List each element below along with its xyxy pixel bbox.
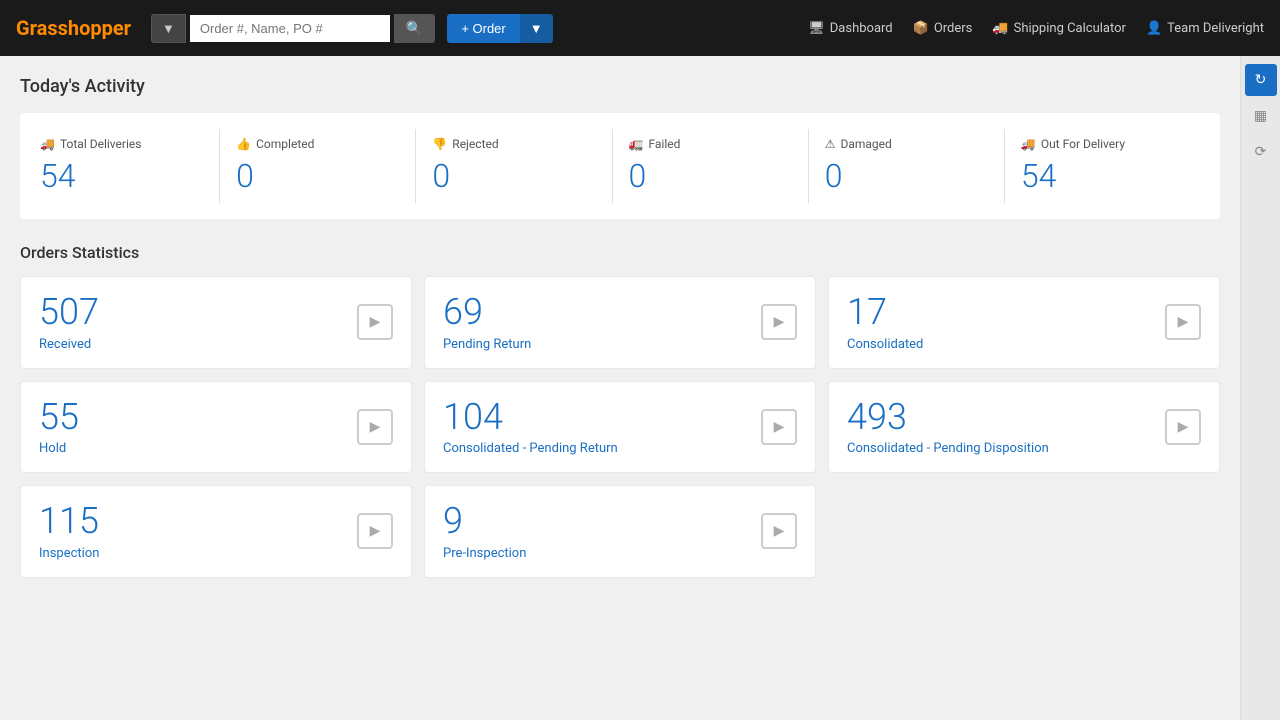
stat-card-content: 104 Consolidated - Pending Return <box>443 398 618 457</box>
stat-card-content: 493 Consolidated - Pending Disposition <box>847 398 1049 457</box>
activity-stat-completed: 👍 Completed 0 <box>220 129 416 203</box>
stat-label: 👎 Rejected <box>432 137 595 151</box>
main-content: Today's Activity 🚚 Total Deliveries 54 👍… <box>0 56 1240 720</box>
stat-card-inspection[interactable]: 115 Inspection ▶ <box>20 485 412 578</box>
stat-card-received[interactable]: 507 Received ▶ <box>20 276 412 369</box>
stat-icon: ⚠ <box>825 137 836 151</box>
add-order-group: + Order ▼ <box>447 14 552 43</box>
nav-team[interactable]: 👤 Team Deliveright <box>1146 21 1264 36</box>
stat-card-label: Consolidated - Pending Return <box>443 441 618 456</box>
orders-statistics-title: Orders Statistics <box>20 243 1220 262</box>
stat-value: 0 <box>825 157 988 195</box>
stat-card-label: Pre-Inspection <box>443 546 526 561</box>
stat-label: 🚚 Total Deliveries <box>40 137 203 151</box>
stat-card-content: 55 Hold <box>39 398 79 457</box>
stat-card-number: 17 <box>847 293 923 333</box>
stat-card-number: 507 <box>39 293 99 333</box>
stat-card-number: 69 <box>443 293 531 333</box>
stat-card-label: Received <box>39 337 99 352</box>
page-title: Today's Activity <box>20 76 1220 97</box>
stat-card-number: 493 <box>847 398 1049 438</box>
refresh-icon[interactable]: ↻ <box>1245 64 1277 96</box>
stat-card-content: 17 Consolidated <box>847 293 923 352</box>
activity-stat-damaged: ⚠ Damaged 0 <box>809 129 1005 203</box>
stat-label: 👍 Completed <box>236 137 399 151</box>
stat-card-number: 115 <box>39 502 99 542</box>
activity-stat-failed: 🚛 Failed 0 <box>613 129 809 203</box>
activity-card: 🚚 Total Deliveries 54 👍 Completed 0 👎 Re… <box>20 113 1220 219</box>
filter-button[interactable]: ▼ <box>151 14 186 43</box>
stat-value: 0 <box>629 157 792 195</box>
stat-card-label: Consolidated <box>847 337 923 352</box>
dashboard-icon: 🖥 <box>808 21 825 36</box>
stat-card-arrow[interactable]: ▶ <box>357 304 393 340</box>
stat-card-arrow[interactable]: ▶ <box>1165 304 1201 340</box>
stat-icon: 👍 <box>236 137 251 151</box>
stat-card-label: Hold <box>39 441 79 456</box>
header: Grasshopper ▼ 🔍 + Order ▼ 🖥 Dashboard 📦 … <box>0 0 1280 56</box>
nav-shipping-calculator[interactable]: 🚚 Shipping Calculator <box>992 21 1126 36</box>
stat-icon: 🚚 <box>40 137 55 151</box>
stat-card-consolidated---pending-disposition[interactable]: 493 Consolidated - Pending Disposition ▶ <box>828 381 1220 474</box>
nav-orders[interactable]: 📦 Orders <box>913 21 973 36</box>
stat-card-content: 69 Pending Return <box>443 293 531 352</box>
activity-stat-rejected: 👎 Rejected 0 <box>416 129 612 203</box>
stats-grid: 507 Received ▶ 69 Pending Return ▶ 17 Co… <box>20 276 1220 578</box>
orders-icon: 📦 <box>913 21 929 36</box>
shipping-icon: 🚚 <box>992 21 1008 36</box>
stat-card-arrow[interactable]: ▶ <box>1165 409 1201 445</box>
stat-icon: 👎 <box>432 137 447 151</box>
add-order-button[interactable]: + Order <box>447 14 519 43</box>
stat-label: 🚛 Failed <box>629 137 792 151</box>
stat-card-content: 115 Inspection <box>39 502 99 561</box>
stat-label: ⚠ Damaged <box>825 137 988 151</box>
stat-card-number: 104 <box>443 398 618 438</box>
activity-stat-out-for-delivery: 🚚 Out For Delivery 54 <box>1005 129 1200 203</box>
stat-card-label: Inspection <box>39 546 99 561</box>
team-icon: 👤 <box>1146 21 1162 36</box>
stat-icon: 🚚 <box>1021 137 1036 151</box>
search-input[interactable] <box>190 15 390 42</box>
nav-dashboard[interactable]: 🖥 Dashboard <box>808 21 892 36</box>
stat-card-pending-return[interactable]: 69 Pending Return ▶ <box>424 276 816 369</box>
stat-card-consolidated[interactable]: 17 Consolidated ▶ <box>828 276 1220 369</box>
history-icon[interactable]: ⟳ <box>1245 136 1277 168</box>
stat-value: 0 <box>236 157 399 195</box>
search-button[interactable]: 🔍 <box>394 14 435 43</box>
activity-stat-total-deliveries: 🚚 Total Deliveries 54 <box>40 129 220 203</box>
stat-value: 54 <box>1021 157 1184 195</box>
stat-card-arrow[interactable]: ▶ <box>761 409 797 445</box>
stat-value: 0 <box>432 157 595 195</box>
stat-card-arrow[interactable]: ▶ <box>357 409 393 445</box>
search-bar: ▼ 🔍 <box>151 14 435 43</box>
grid-icon[interactable]: ▦ <box>1245 100 1277 132</box>
stat-card-arrow[interactable]: ▶ <box>761 304 797 340</box>
stat-card-content: 9 Pre-Inspection <box>443 502 526 561</box>
stat-card-arrow[interactable]: ▶ <box>761 513 797 549</box>
stat-card-hold[interactable]: 55 Hold ▶ <box>20 381 412 474</box>
stat-card-arrow[interactable]: ▶ <box>357 513 393 549</box>
sidebar: ↻ ▦ ⟳ <box>1240 56 1280 720</box>
stat-icon: 🚛 <box>629 137 644 151</box>
main-nav: 🖥 Dashboard 📦 Orders 🚚 Shipping Calculat… <box>808 21 1264 36</box>
add-order-caret[interactable]: ▼ <box>520 14 553 43</box>
stat-card-number: 9 <box>443 502 526 542</box>
stat-card-label: Pending Return <box>443 337 531 352</box>
logo: Grasshopper <box>16 16 131 40</box>
stat-card-number: 55 <box>39 398 79 438</box>
stat-card-pre-inspection[interactable]: 9 Pre-Inspection ▶ <box>424 485 816 578</box>
stat-label: 🚚 Out For Delivery <box>1021 137 1184 151</box>
stat-card-consolidated---pending-return[interactable]: 104 Consolidated - Pending Return ▶ <box>424 381 816 474</box>
stat-card-content: 507 Received <box>39 293 99 352</box>
stat-card-label: Consolidated - Pending Disposition <box>847 441 1049 456</box>
stat-value: 54 <box>40 157 203 195</box>
